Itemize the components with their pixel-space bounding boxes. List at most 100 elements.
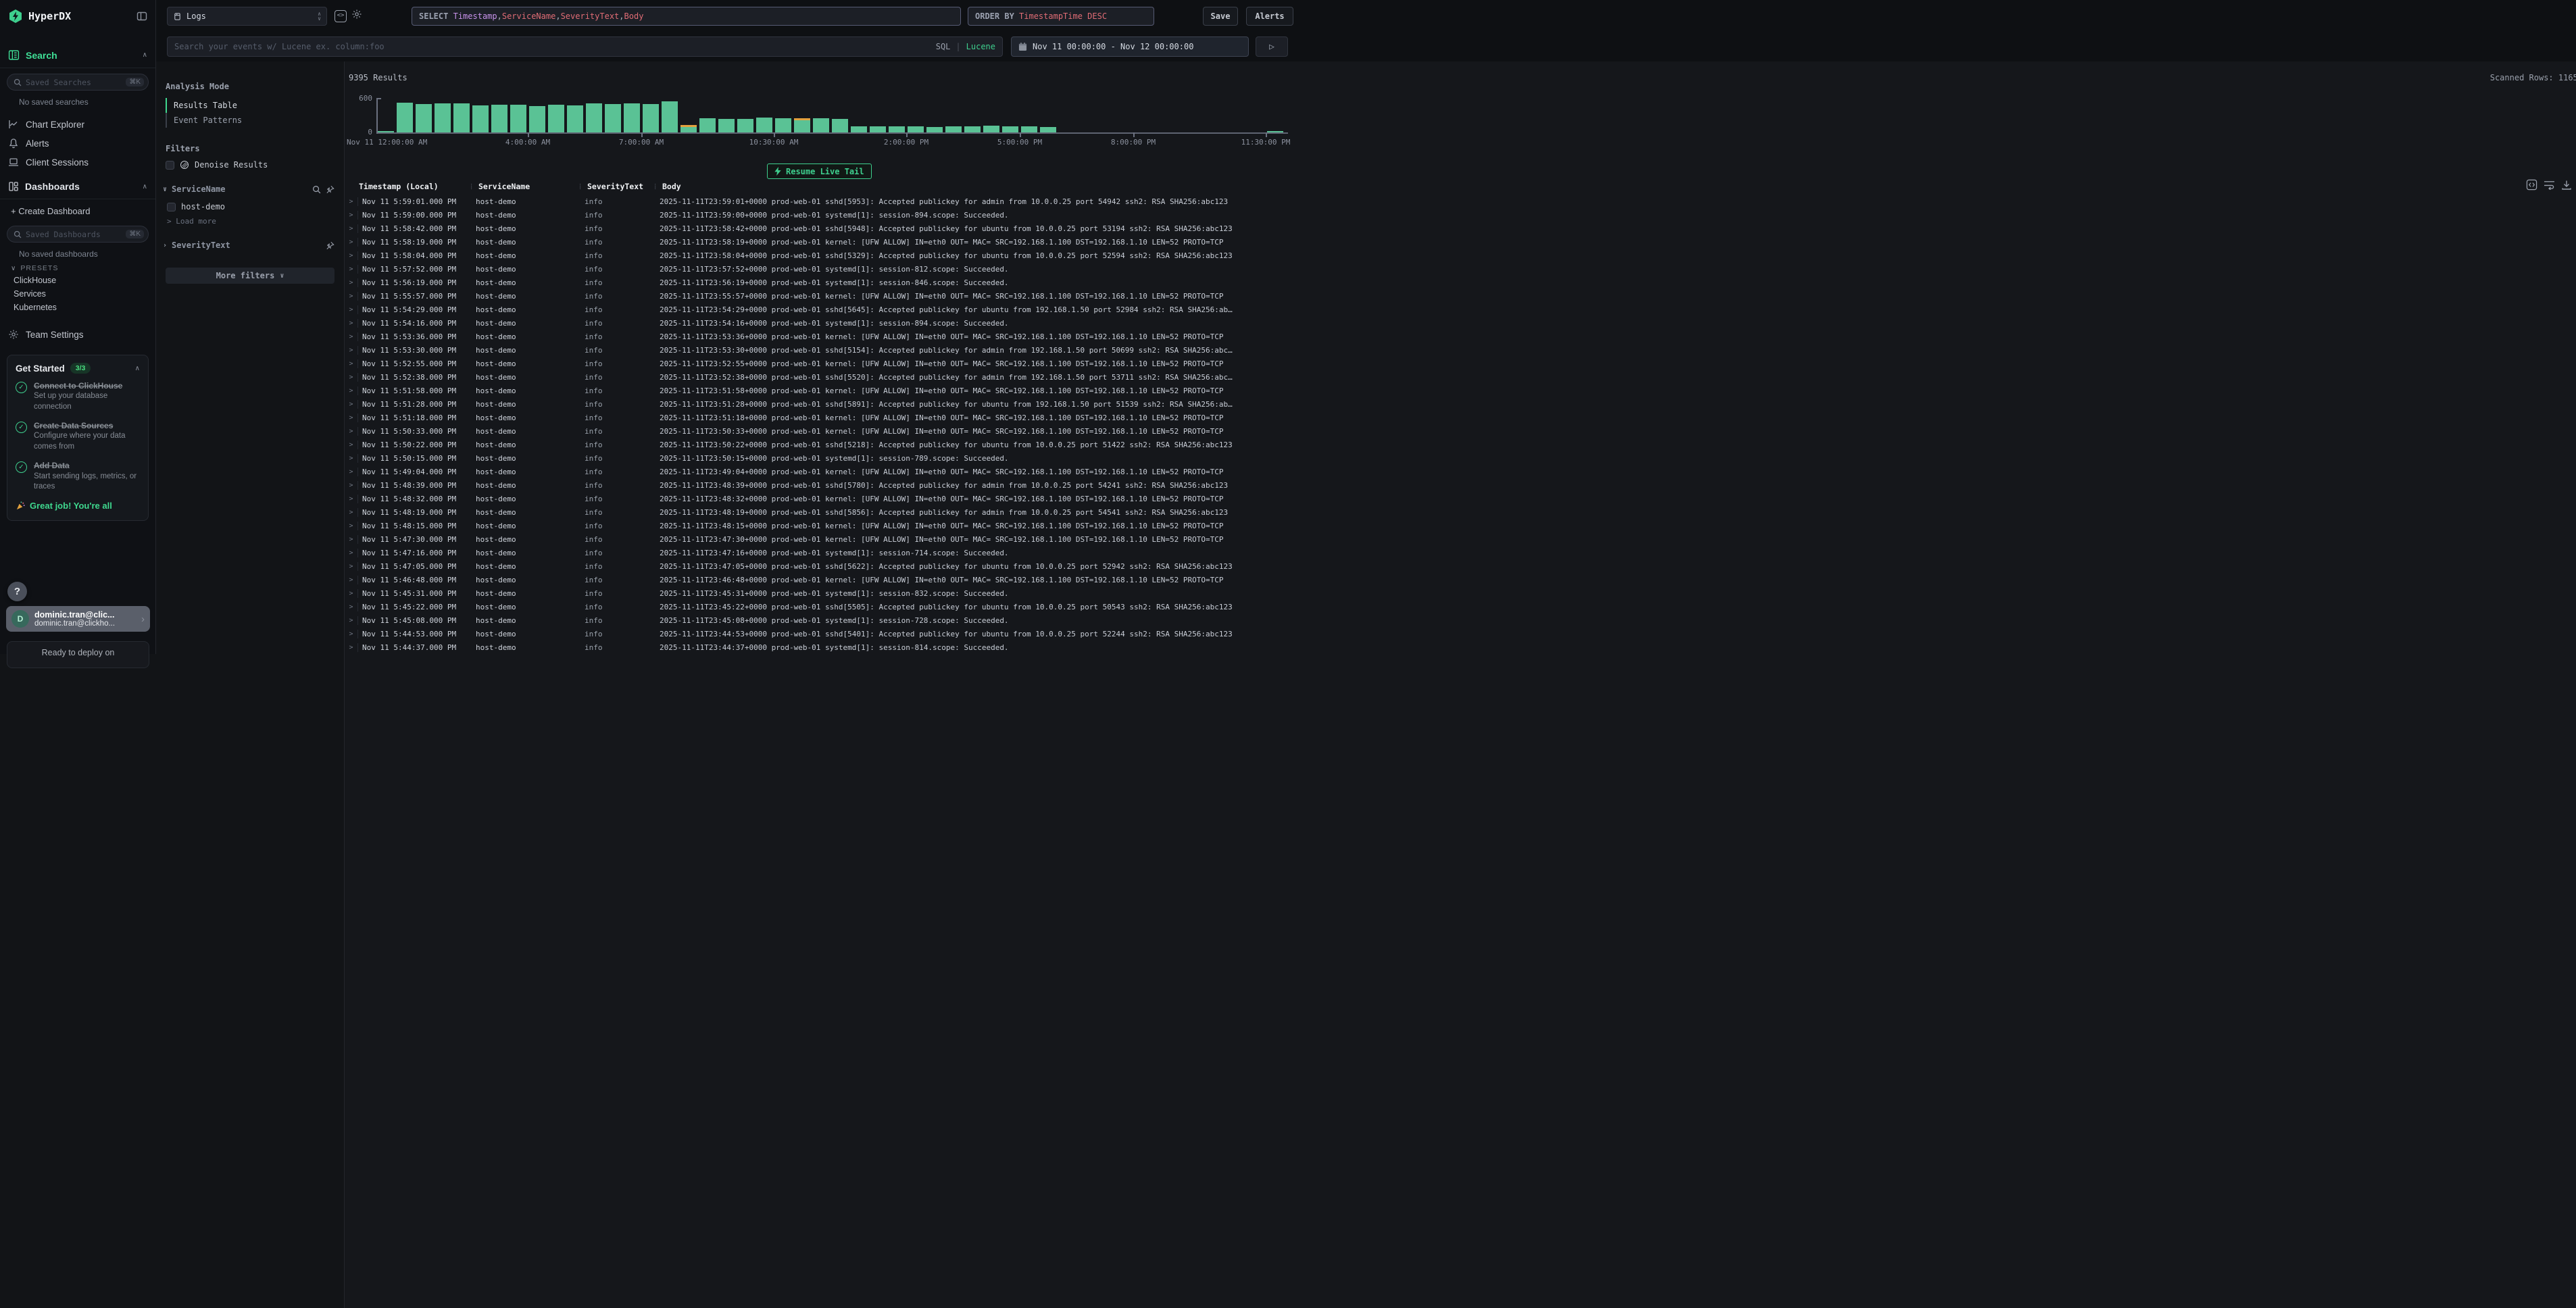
histogram-bar[interactable] xyxy=(775,118,791,132)
histogram-bar[interactable] xyxy=(510,105,526,132)
expand-chevron-icon[interactable]: > xyxy=(345,252,357,259)
expand-chevron-icon[interactable]: > xyxy=(345,522,357,530)
expand-chevron-icon[interactable]: > xyxy=(345,266,357,273)
histogram-bar[interactable] xyxy=(832,119,848,132)
table-row[interactable]: > Nov 11 5:50:15.000 PM host-demo info 2… xyxy=(345,451,2576,465)
expand-chevron-icon[interactable]: > xyxy=(345,468,357,476)
table-row[interactable]: > Nov 11 5:50:33.000 PM host-demo info 2… xyxy=(345,424,2576,438)
histogram-bar[interactable] xyxy=(491,105,507,132)
expand-chevron-icon[interactable]: > xyxy=(345,509,357,516)
table-row[interactable]: > Nov 11 5:52:38.000 PM host-demo info 2… xyxy=(345,370,2576,384)
histogram-bar[interactable] xyxy=(699,118,716,132)
expand-chevron-icon[interactable]: > xyxy=(345,576,357,584)
expand-chevron-icon[interactable]: > xyxy=(345,333,357,341)
events-histogram[interactable]: 600 0 Nov 11 12:00:00 AM4:00:00 AM7:00:0… xyxy=(376,98,1288,149)
table-row[interactable]: > Nov 11 5:51:28.000 PM host-demo info 2… xyxy=(345,397,2576,411)
pin-icon[interactable] xyxy=(326,185,335,194)
table-row[interactable]: > Nov 11 5:47:05.000 PM host-demo info 2… xyxy=(345,559,2576,573)
table-row[interactable]: > Nov 11 5:51:58.000 PM host-demo info 2… xyxy=(345,384,2576,397)
expand-chevron-icon[interactable]: > xyxy=(345,414,357,422)
column-header-timestamp[interactable]: Timestamp (Local) xyxy=(359,182,439,191)
analysis-mode-event-patterns[interactable]: Event Patterns xyxy=(166,113,344,128)
column-header-severitytext[interactable]: SeverityText xyxy=(587,182,643,191)
histogram-bar[interactable] xyxy=(643,104,659,132)
get-started-item[interactable]: ✓ Create Data Sources Configure where yo… xyxy=(16,420,140,452)
get-started-item[interactable]: ✓ Add Data Start sending logs, metrics, … xyxy=(16,460,140,492)
table-row[interactable]: > Nov 11 5:56:19.000 PM host-demo info 2… xyxy=(345,276,2576,289)
table-row[interactable]: > Nov 11 5:47:16.000 PM host-demo info 2… xyxy=(345,546,2576,559)
run-query-button[interactable]: ▷ xyxy=(1256,36,1288,57)
resume-live-tail-button[interactable]: Resume Live Tail xyxy=(767,164,872,179)
denoise-filter[interactable]: Denoise Results xyxy=(166,160,344,170)
histogram-bar[interactable] xyxy=(416,104,432,132)
column-separator[interactable]: ⁞ xyxy=(470,182,472,191)
histogram-bar[interactable] xyxy=(908,126,924,132)
histogram-bar[interactable] xyxy=(813,118,829,132)
expand-chevron-icon[interactable]: > xyxy=(345,238,357,246)
expand-chevron-icon[interactable]: > xyxy=(345,563,357,570)
histogram-bar[interactable] xyxy=(662,101,678,132)
histogram-bar[interactable] xyxy=(756,118,772,132)
expand-chevron-icon[interactable]: > xyxy=(345,630,357,638)
filter-value-host-demo[interactable]: host-demo xyxy=(167,202,344,211)
user-menu[interactable]: D dominic.tran@clic... dominic.tran@clic… xyxy=(6,606,150,632)
table-row[interactable]: > Nov 11 5:44:37.000 PM host-demo info 2… xyxy=(345,640,2576,654)
filter-group-severitytext[interactable]: › SeverityText xyxy=(163,241,335,250)
histogram-bar[interactable] xyxy=(435,103,451,132)
table-row[interactable]: > Nov 11 5:51:18.000 PM host-demo info 2… xyxy=(345,411,2576,424)
table-row[interactable]: > Nov 11 5:45:22.000 PM host-demo info 2… xyxy=(345,600,2576,613)
table-row[interactable]: > Nov 11 5:54:29.000 PM host-demo info 2… xyxy=(345,303,2576,316)
expand-chevron-icon[interactable]: > xyxy=(345,347,357,354)
code-editor-icon[interactable]: <> xyxy=(335,10,347,22)
preset-item-clickhouse[interactable]: ClickHouse xyxy=(0,274,155,287)
expand-chevron-icon[interactable]: > xyxy=(345,441,357,449)
presets-toggle[interactable]: ∨ PRESETS xyxy=(0,259,155,274)
lucene-search-input[interactable]: Search your events w/ Lucene ex. column:… xyxy=(167,36,1003,57)
table-row[interactable]: > Nov 11 5:48:19.000 PM host-demo info 2… xyxy=(345,505,2576,519)
sidebar-item-search[interactable]: Search ∧ xyxy=(0,43,155,68)
get-started-item[interactable]: ✓ Connect to ClickHouse Set up your data… xyxy=(16,380,140,412)
collapse-sidebar-icon[interactable] xyxy=(137,11,147,22)
expand-chevron-icon[interactable]: > xyxy=(345,306,357,313)
host-demo-checkbox[interactable] xyxy=(167,203,176,211)
analysis-mode-results-table[interactable]: Results Table xyxy=(166,98,344,113)
expand-chevron-icon[interactable]: > xyxy=(345,401,357,408)
table-row[interactable]: > Nov 11 5:58:42.000 PM host-demo info 2… xyxy=(345,222,2576,235)
histogram-bar[interactable] xyxy=(567,105,583,132)
wrap-text-icon[interactable] xyxy=(2544,180,2555,190)
preset-item-kubernetes[interactable]: Kubernetes xyxy=(0,301,155,314)
expand-chevron-icon[interactable]: > xyxy=(345,198,357,205)
sidebar-item-team-settings[interactable]: Team Settings xyxy=(0,325,155,344)
expand-chevron-icon[interactable]: > xyxy=(345,482,357,489)
table-row[interactable]: > Nov 11 5:49:04.000 PM host-demo info 2… xyxy=(345,465,2576,478)
lucene-mode-toggle[interactable]: Lucene xyxy=(966,42,995,51)
histogram-bar[interactable] xyxy=(605,104,621,132)
order-by-input[interactable]: ORDER BY TimestampTime DESC xyxy=(968,7,1154,26)
table-row[interactable]: > Nov 11 5:55:57.000 PM host-demo info 2… xyxy=(345,289,2576,303)
date-range-picker[interactable]: Nov 11 00:00:00 - Nov 12 00:00:00 xyxy=(1011,36,1249,57)
histogram-bar[interactable] xyxy=(1002,126,1018,132)
expand-chevron-icon[interactable]: > xyxy=(345,387,357,395)
table-row[interactable]: > Nov 11 5:46:48.000 PM host-demo info 2… xyxy=(345,573,2576,586)
table-row[interactable]: > Nov 11 5:47:30.000 PM host-demo info 2… xyxy=(345,532,2576,546)
table-row[interactable]: > Nov 11 5:52:55.000 PM host-demo info 2… xyxy=(345,357,2576,370)
expand-chevron-icon[interactable]: > xyxy=(345,211,357,219)
filter-group-servicename[interactable]: ∨ ServiceName xyxy=(163,184,335,194)
table-row[interactable]: > Nov 11 5:44:53.000 PM host-demo info 2… xyxy=(345,627,2576,640)
saved-dashboards-input[interactable]: Saved Dashboards ⌘K xyxy=(7,226,149,243)
sql-mode-toggle[interactable]: SQL xyxy=(936,42,951,51)
table-row[interactable]: > Nov 11 5:57:52.000 PM host-demo info 2… xyxy=(345,262,2576,276)
histogram-bar[interactable] xyxy=(680,125,697,132)
histogram-bar[interactable] xyxy=(1021,126,1037,132)
expand-chevron-icon[interactable]: > xyxy=(345,495,357,503)
histogram-bar[interactable] xyxy=(453,103,470,132)
preset-item-services[interactable]: Services xyxy=(0,287,155,301)
expand-chevron-icon[interactable]: > xyxy=(345,455,357,462)
denoise-checkbox[interactable] xyxy=(166,161,174,170)
expand-chevron-icon[interactable]: > xyxy=(345,374,357,381)
histogram-bar[interactable] xyxy=(870,126,886,132)
sidebar-item-dashboards[interactable]: Dashboards ∧ xyxy=(0,174,155,199)
create-dashboard-button[interactable]: + Create Dashboard xyxy=(0,199,155,218)
more-filters-button[interactable]: More filters ∨ xyxy=(166,268,335,284)
expand-chevron-icon[interactable]: > xyxy=(345,590,357,597)
